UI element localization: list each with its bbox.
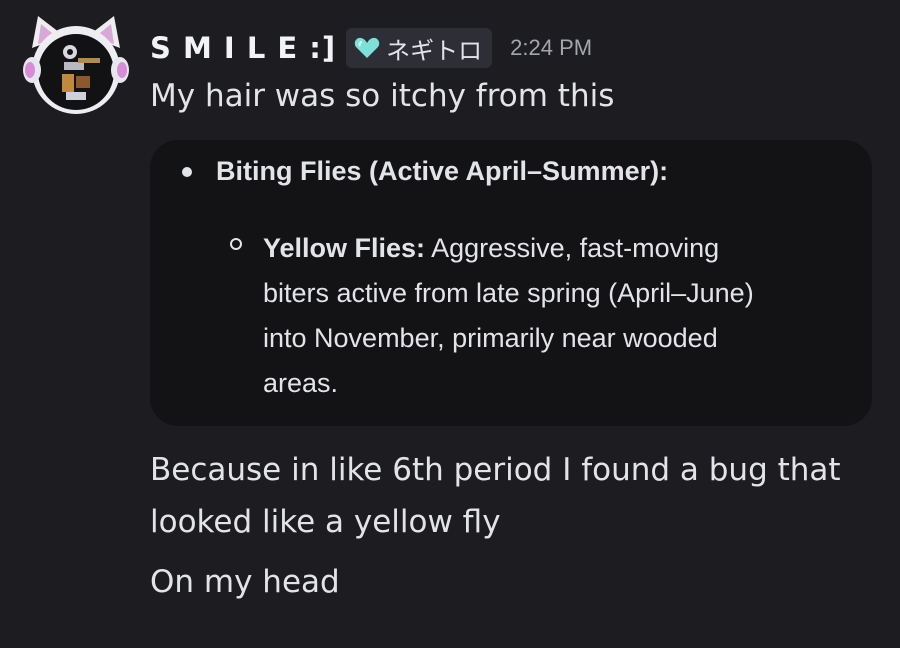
cat-ear-avatar-icon xyxy=(23,16,129,114)
message-text-second-line-1: Because in like 6th period I found a bug… xyxy=(150,452,841,488)
embed-sub-text: Yellow Flies: Aggressive, fast-moving bi… xyxy=(263,226,823,406)
embed-sub-line-2: biters active from late spring (April–Ju… xyxy=(263,278,754,308)
embed-sub-line-1: Aggressive, fast-moving xyxy=(425,233,720,263)
chat-message: S M I L E :] ネギトロ 2:24 PM My hair was so… xyxy=(0,0,900,648)
message-text-third: On my head xyxy=(150,564,340,600)
embed-bullet: Biting Flies (Active April–Summer): xyxy=(182,156,668,187)
message-text-second-line-2: looked like a yellow fly xyxy=(150,504,501,540)
embed-bullet-title: Biting Flies (Active April–Summer): xyxy=(216,156,669,186)
heart-icon xyxy=(354,37,380,58)
embed-sub-line-3: into November, primarily near wooded xyxy=(263,323,718,353)
server-tag-label: ネギトロ xyxy=(386,36,483,65)
bullet-dot-icon xyxy=(182,166,192,177)
timestamp[interactable]: 2:24 PM xyxy=(510,35,592,61)
message-header: S M I L E :] ネギトロ 2:24 PM xyxy=(150,22,592,74)
circle-bullet-icon xyxy=(230,238,242,250)
embed-sub-line-4: areas. xyxy=(263,368,339,398)
avatar[interactable] xyxy=(18,14,134,118)
embed-sub-line: Yellow Flies: Aggressive, fast-moving xyxy=(263,226,823,271)
embed-sub-term: Yellow Flies: xyxy=(263,233,426,263)
server-tag[interactable]: ネギトロ xyxy=(346,28,493,68)
message-text-first: My hair was so itchy from this xyxy=(150,78,615,114)
username[interactable]: S M I L E :] xyxy=(150,31,336,65)
quoted-embed: Biting Flies (Active April–Summer): Yell… xyxy=(150,140,872,426)
